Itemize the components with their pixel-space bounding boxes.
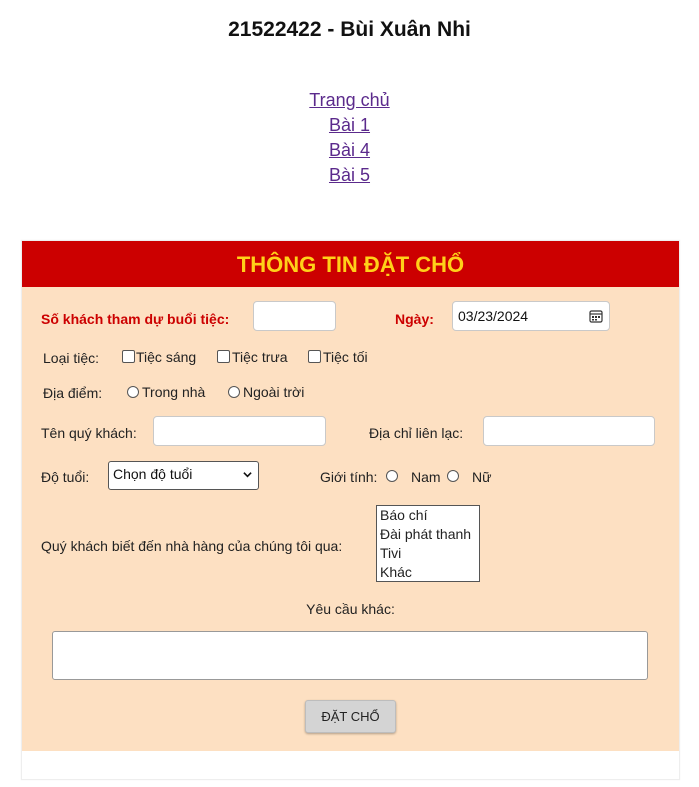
form-body: Số khách tham dự buổi tiệc: Ngày: 03/23/… (22, 287, 679, 751)
location-indoor-label: Trong nhà (142, 384, 206, 400)
party-type-evening-checkbox[interactable] (308, 350, 321, 363)
name-label: Tên quý khách: (41, 425, 137, 441)
source-option[interactable]: Đài phát thanh (377, 525, 479, 544)
gender-female-radio[interactable] (447, 470, 459, 482)
form-title: THÔNG TIN ĐẶT CHỔ (22, 241, 679, 287)
guests-label: Số khách tham dự buổi tiệc: (41, 311, 230, 327)
gender-male-radio[interactable] (386, 470, 398, 482)
page-title: 21522422 - Bùi Xuân Nhi (228, 18, 471, 41)
source-option[interactable]: Khác (377, 563, 479, 582)
nav-link-bai-5[interactable]: Bài 5 (0, 163, 699, 188)
party-type-morning-label: Tiệc sáng (136, 349, 197, 365)
party-type-morning-checkbox[interactable] (122, 350, 135, 363)
other-request-textarea[interactable] (52, 631, 648, 680)
nav-link-bai-1[interactable]: Bài 1 (0, 113, 699, 138)
age-label: Độ tuổi: (41, 469, 90, 485)
date-label: Ngày: (395, 311, 434, 327)
gender-female-label: Nữ (472, 469, 492, 485)
party-type-evening-label: Tiệc tối (323, 349, 368, 365)
location-label: Địa điểm: (43, 385, 103, 401)
source-option[interactable]: Tivi (377, 544, 479, 563)
age-select[interactable]: Chọn độ tuổi (108, 461, 259, 490)
submit-button[interactable]: ĐẶT CHỔ (305, 700, 396, 733)
booking-form-card: THÔNG TIN ĐẶT CHỔ Số khách tham dự buổi … (21, 240, 680, 780)
nav-links: Trang chủ Bài 1 Bài 4 Bài 5 (0, 88, 699, 188)
source-label: Quý khách biết đến nhà hàng của chúng tô… (41, 538, 343, 554)
nav-link-bai-4[interactable]: Bài 4 (0, 138, 699, 163)
gender-male-label: Nam (411, 469, 441, 485)
nav-link-home[interactable]: Trang chủ (0, 88, 699, 113)
source-option[interactable]: Báo chí (377, 506, 479, 525)
date-input[interactable]: 03/23/2024 (452, 301, 610, 331)
location-outdoor-label: Ngoài trời (243, 384, 305, 400)
location-outdoor-radio[interactable] (228, 386, 240, 398)
contact-label: Địa chỉ liên lạc: (369, 425, 464, 441)
calendar-icon[interactable] (589, 309, 603, 323)
party-type-noon-checkbox[interactable] (217, 350, 230, 363)
gender-label: Giới tính: (320, 469, 378, 485)
party-type-label: Loại tiệc: (43, 350, 100, 366)
chevron-down-icon (243, 472, 252, 478)
location-indoor-radio[interactable] (127, 386, 139, 398)
age-selected-value: Chọn độ tuổi (113, 466, 193, 482)
contact-input[interactable] (483, 416, 655, 446)
other-request-label: Yêu cầu khác: (306, 601, 395, 617)
party-type-noon-label: Tiệc trưa (232, 349, 288, 365)
date-value: 03/23/2024 (458, 308, 529, 324)
guests-input[interactable] (253, 301, 336, 331)
name-input[interactable] (153, 416, 326, 446)
source-listbox[interactable]: Báo chí Đài phát thanh Tivi Khác (376, 505, 480, 582)
